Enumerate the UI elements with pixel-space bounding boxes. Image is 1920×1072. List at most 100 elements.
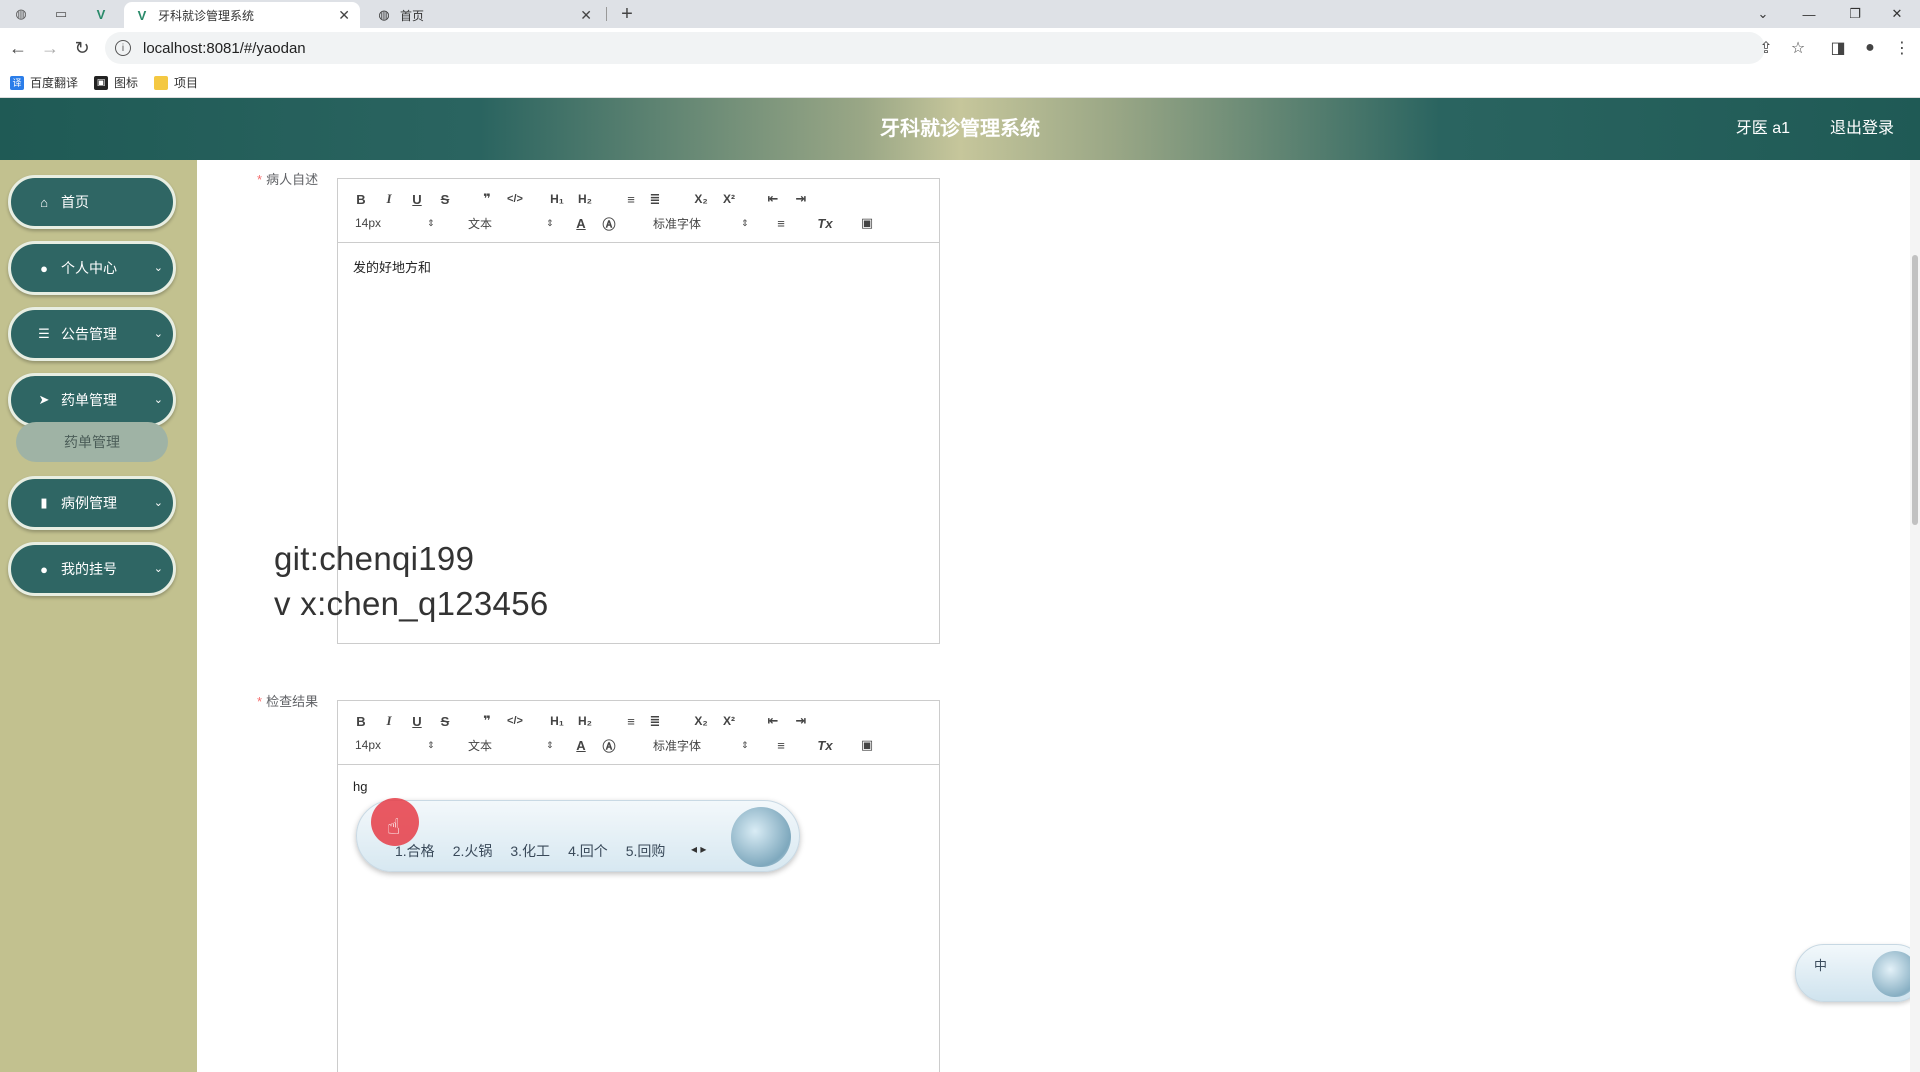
editor-content[interactable]: 发的好地方和 — [338, 243, 939, 290]
ordered-list-icon[interactable]: ≡ — [620, 189, 642, 209]
bold-icon[interactable]: B — [350, 189, 372, 209]
ime-skin-decoration — [731, 807, 791, 867]
outdent-icon[interactable]: ⇤ — [762, 711, 784, 731]
sidebar: ⌂ 首页 ● 个人中心 ⌄ ☰ 公告管理 ⌄ ➤ 药单管理 ⌄ 药单管理 ▮ 病… — [0, 160, 197, 1072]
tab-search-icon[interactable]: ⌄ — [1740, 0, 1786, 28]
close-icon[interactable]: ✕ — [580, 7, 592, 24]
sidebar-item-label: 公告管理 — [61, 326, 117, 342]
underline-icon[interactable]: U — [406, 189, 428, 209]
blockquote-icon[interactable]: ❞ — [476, 189, 498, 209]
superscript-icon[interactable]: X² — [718, 189, 740, 209]
underline-icon[interactable]: U — [406, 711, 428, 731]
rich-text-editor-result[interactable]: B I U S ❞ </> H₁ H₂ ≡ ≣ X₂ X² ⇤ ⇥ 14px ⇕ … — [337, 700, 940, 1072]
clear-format-icon[interactable]: Tx — [814, 213, 836, 233]
bullet-list-icon[interactable]: ≣ — [644, 711, 666, 731]
sidebar-subitem-prescriptions[interactable]: 药单管理 — [16, 422, 168, 462]
align-icon[interactable]: ≡ — [770, 213, 792, 233]
italic-icon[interactable]: I — [378, 711, 400, 731]
bar-chart-icon: ▮ — [40, 495, 48, 510]
size-select[interactable]: 14px ⇕ — [355, 735, 435, 755]
background-color-icon[interactable]: Ⓐ — [598, 735, 620, 755]
scrollbar-thumb[interactable] — [1912, 255, 1918, 525]
header-select[interactable]: 文本 ⇕ — [468, 735, 554, 755]
ordered-list-icon[interactable]: ≡ — [620, 711, 642, 731]
ime-candidate[interactable]: 2.火锅 — [453, 841, 493, 861]
sidebar-item-profile[interactable]: ● 个人中心 ⌄ — [8, 241, 176, 295]
h1-icon[interactable]: H₁ — [546, 711, 568, 731]
h1-icon[interactable]: H₁ — [546, 189, 568, 209]
restore-button[interactable]: ❐ — [1832, 0, 1878, 28]
clear-format-icon[interactable]: Tx — [814, 735, 836, 755]
app-header: 牙科就诊管理系统 牙医 a1 退出登录 — [0, 98, 1920, 160]
globe-icon[interactable]: ◍ — [6, 3, 36, 25]
sidebar-item-label: 药单管理 — [61, 392, 117, 408]
sidebar-item-notices[interactable]: ☰ 公告管理 ⌄ — [8, 307, 176, 361]
url-field[interactable]: i localhost:8081/#/yaodan — [105, 32, 1765, 64]
vue-icon[interactable]: V — [86, 3, 116, 25]
tab-active[interactable]: V 牙科就诊管理系统 ✕ — [124, 2, 360, 28]
size-select[interactable]: 14px ⇕ — [355, 213, 435, 233]
ime-candidate[interactable]: 5.回购 — [626, 841, 666, 861]
image-icon[interactable]: ▣ — [856, 213, 878, 233]
bookmark-item[interactable]: 译 百度翻译 — [10, 74, 78, 91]
font-select[interactable]: 标准字体 ⇕ — [653, 213, 749, 233]
bold-icon[interactable]: B — [350, 711, 372, 731]
font-color-icon[interactable]: A — [570, 213, 592, 233]
tab-divider — [606, 7, 607, 21]
italic-icon[interactable]: I — [378, 189, 400, 209]
subscript-icon[interactable]: X₂ — [690, 711, 712, 731]
code-icon[interactable]: </> — [504, 189, 526, 209]
code-icon[interactable]: </> — [504, 711, 526, 731]
bookmark-item[interactable]: 项目 — [154, 74, 198, 91]
font-select[interactable]: 标准字体 ⇕ — [653, 735, 749, 755]
strike-icon[interactable]: S — [434, 189, 456, 209]
close-window-button[interactable]: ✕ — [1874, 0, 1920, 28]
background-color-icon[interactable]: Ⓐ — [598, 213, 620, 233]
back-icon[interactable]: ← — [6, 36, 30, 60]
info-icon[interactable]: i — [115, 40, 131, 56]
required-mark: * — [257, 694, 263, 709]
watermark-line: v x:chen_q123456 — [274, 585, 549, 622]
sidebar-item-registrations[interactable]: ● 我的挂号 ⌄ — [8, 542, 176, 596]
sidebar-item-prescriptions[interactable]: ➤ 药单管理 ⌄ — [8, 373, 176, 427]
menu-icon[interactable]: ⋮ — [1890, 36, 1914, 60]
forward-icon[interactable]: → — [38, 36, 62, 60]
pinned-tab[interactable]: ▭ — [46, 3, 76, 25]
share-icon[interactable]: ⇪ — [1754, 36, 1778, 60]
ime-status-bar[interactable]: 中 — [1795, 944, 1920, 1002]
header-select[interactable]: 文本 ⇕ — [468, 213, 554, 233]
ime-page-arrows[interactable]: ◂ ▸ — [691, 842, 706, 856]
align-icon[interactable]: ≡ — [770, 735, 792, 755]
bookmark-item[interactable]: ▣ 图标 — [94, 74, 138, 91]
h2-icon[interactable]: H₂ — [574, 711, 596, 731]
ime-candidate[interactable]: 3.化工 — [510, 841, 550, 861]
superscript-icon[interactable]: X² — [718, 711, 740, 731]
outdent-icon[interactable]: ⇤ — [762, 189, 784, 209]
bullet-list-icon[interactable]: ≣ — [644, 189, 666, 209]
font-color-icon[interactable]: A — [570, 735, 592, 755]
sidebar-item-home[interactable]: ⌂ 首页 — [8, 175, 176, 229]
page-scrollbar[interactable] — [1910, 160, 1920, 1072]
indent-icon[interactable]: ⇥ — [790, 711, 812, 731]
profile-icon[interactable]: ● — [1858, 36, 1882, 60]
indent-icon[interactable]: ⇥ — [790, 189, 812, 209]
h2-icon[interactable]: H₂ — [574, 189, 596, 209]
chevron-down-icon: ⌄ — [153, 262, 163, 274]
tab-home[interactable]: ◍ 首页 ✕ — [366, 2, 602, 28]
subscript-icon[interactable]: X₂ — [690, 189, 712, 209]
side-panel-icon[interactable]: ◨ — [1826, 36, 1850, 60]
blockquote-icon[interactable]: ❞ — [476, 711, 498, 731]
address-bar-row: ← → ↻ i localhost:8081/#/yaodan ⇪ ☆ ◨ ● … — [0, 28, 1920, 68]
map-pin-icon: ● — [40, 561, 48, 577]
ime-candidate[interactable]: 4.回个 — [568, 841, 608, 861]
reload-icon[interactable]: ↻ — [70, 36, 94, 60]
star-icon[interactable]: ☆ — [1786, 36, 1810, 60]
app-title: 牙科就诊管理系统 — [880, 118, 1040, 140]
strike-icon[interactable]: S — [434, 711, 456, 731]
sidebar-item-cases[interactable]: ▮ 病例管理 ⌄ — [8, 476, 176, 530]
logout-link[interactable]: 退出登录 — [1830, 98, 1894, 160]
new-tab-button[interactable]: + — [615, 2, 639, 26]
close-icon[interactable]: ✕ — [338, 7, 350, 24]
minimize-button[interactable]: — — [1786, 0, 1832, 28]
image-icon[interactable]: ▣ — [856, 735, 878, 755]
